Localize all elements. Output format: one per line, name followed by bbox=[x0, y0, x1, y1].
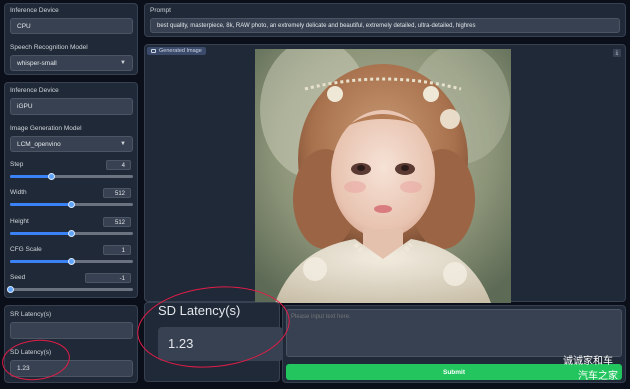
slider-number-input[interactable]: -1 bbox=[85, 273, 131, 283]
slider-thumb[interactable] bbox=[68, 258, 75, 265]
generated-image-tag: Generated Image bbox=[147, 47, 206, 55]
download-icon[interactable]: ⤓ bbox=[613, 49, 621, 57]
slider-number-input[interactable]: 1 bbox=[103, 245, 131, 255]
speech-device-field[interactable]: CPU bbox=[10, 18, 133, 34]
slider-thumb[interactable] bbox=[68, 201, 75, 208]
slider-track[interactable] bbox=[10, 173, 133, 180]
sr-latency-label: SR Latency(s) bbox=[10, 311, 52, 318]
slider-thumb[interactable] bbox=[47, 173, 55, 180]
slider-thumb[interactable] bbox=[6, 286, 14, 293]
prompt-panel: Prompt best quality, masterpiece, 8k, RA… bbox=[144, 3, 626, 37]
text-input-panel: Submit bbox=[282, 305, 626, 383]
chevron-down-icon: ▼ bbox=[120, 141, 126, 147]
generated-image bbox=[255, 49, 511, 303]
slider-label: Seed bbox=[10, 274, 26, 281]
image-device-field[interactable]: iGPU bbox=[10, 98, 133, 115]
slider-thumb[interactable] bbox=[68, 230, 75, 237]
image-model-select[interactable]: LCM_openvino ▼ bbox=[10, 136, 133, 152]
prompt-input[interactable]: best quality, masterpiece, 8k, RAW photo… bbox=[150, 18, 620, 33]
slider-label: Step bbox=[10, 161, 24, 168]
slider-number-input[interactable]: 512 bbox=[103, 188, 131, 198]
speech-device-label: Inference Device bbox=[10, 7, 59, 14]
slider-number-input[interactable]: 512 bbox=[103, 217, 131, 227]
image-icon bbox=[151, 49, 156, 53]
sr-latency-field bbox=[10, 322, 133, 339]
slider-track[interactable] bbox=[10, 230, 133, 237]
chevron-down-icon: ▼ bbox=[120, 60, 126, 66]
prompt-label: Prompt bbox=[150, 7, 171, 14]
slider-track[interactable] bbox=[10, 201, 133, 208]
speech-model-value: whisper-small bbox=[17, 59, 57, 67]
slider-track[interactable] bbox=[6, 286, 133, 293]
slider-label: Width bbox=[10, 189, 27, 196]
image-model-label: Image Generation Model bbox=[10, 125, 82, 132]
watermark-line1: 诚诚家和车 bbox=[563, 356, 613, 367]
speech-settings-panel: Inference Device CPU Speech Recognition … bbox=[4, 3, 138, 75]
generated-image-tag-label: Generated Image bbox=[159, 48, 202, 54]
slider-label: CFG Scale bbox=[10, 246, 42, 253]
generated-image-panel: Generated Image ⤓ bbox=[144, 44, 626, 303]
speech-model-label: Speech Recognition Model bbox=[10, 44, 88, 51]
watermark-line2: 汽车之家 bbox=[578, 371, 618, 382]
slider-track[interactable] bbox=[10, 258, 133, 265]
image-gen-settings-panel: Inference Device iGPU Image Generation M… bbox=[4, 82, 138, 298]
speech-model-select[interactable]: whisper-small ▼ bbox=[10, 55, 133, 71]
slider-number-input[interactable]: 4 bbox=[106, 160, 131, 170]
image-model-value: LCM_openvino bbox=[17, 140, 61, 148]
image-device-label: Inference Device bbox=[10, 87, 59, 94]
text-input[interactable] bbox=[286, 309, 622, 357]
slider-label: Height bbox=[10, 218, 29, 225]
